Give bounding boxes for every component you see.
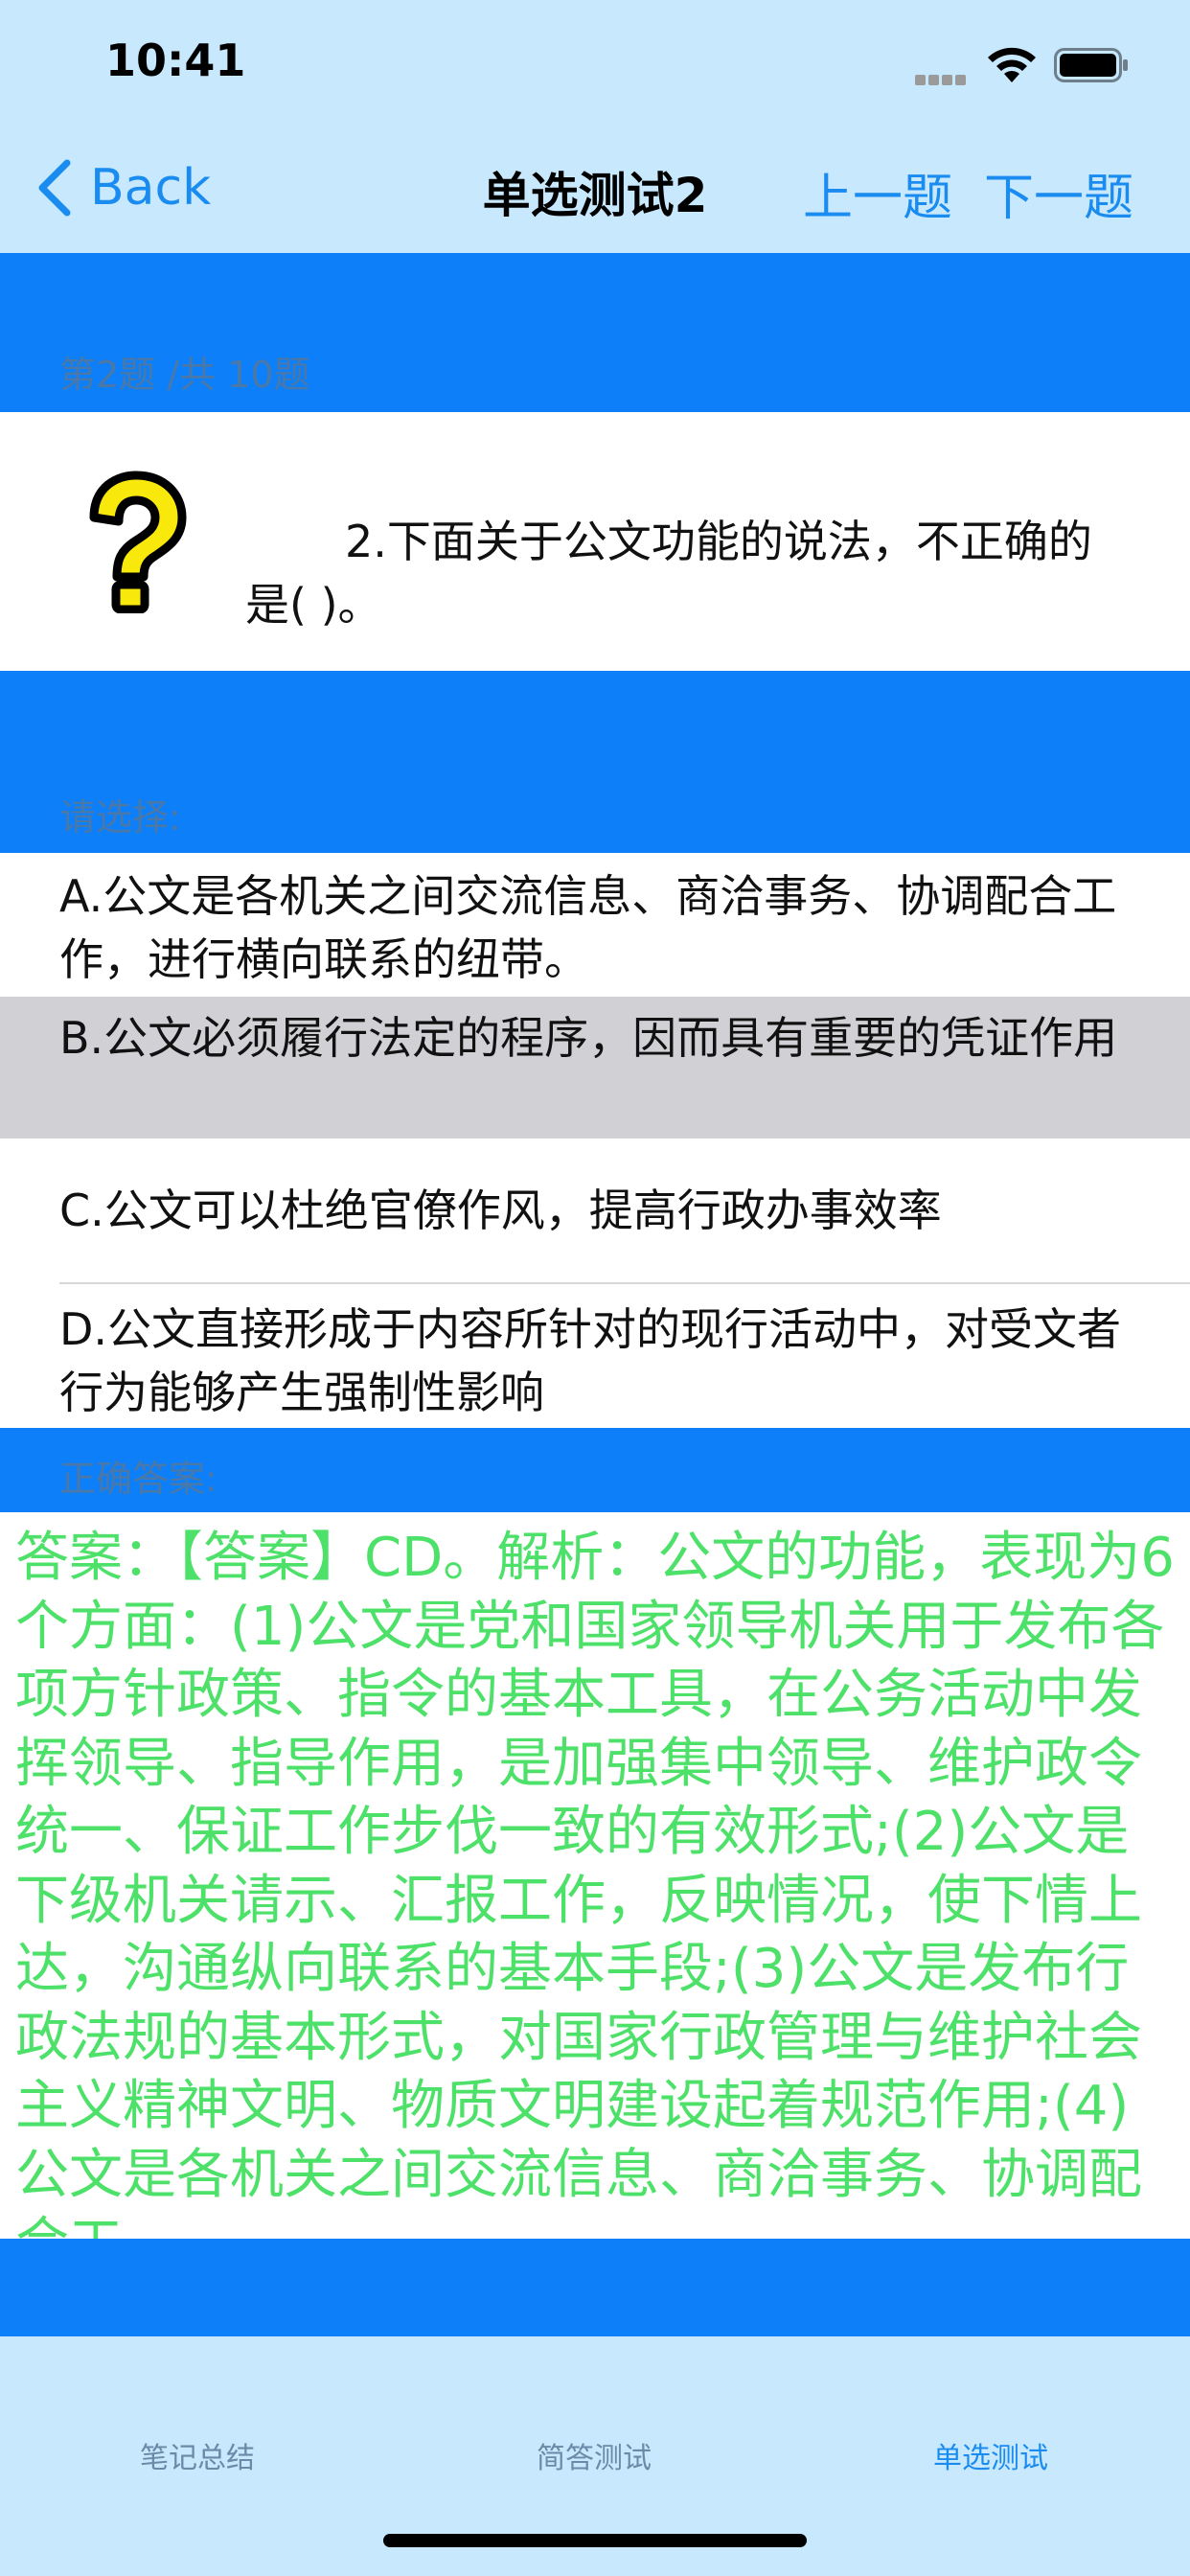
screen: 10:41 Back 单选测试2 上一题 下一题 第2题 /共 10题 2.下面… — [0, 0, 1190, 2576]
cellular-signal-icon — [915, 71, 971, 85]
question-text: 2.下面关于公文功能的说法，不正确的是( )。 — [245, 516, 1092, 631]
answer-text: 答案：【答案】CD。解析：公文的功能，表现为6个方面：(1)公文是党和国家领导机… — [15, 1527, 1175, 2239]
tab-short-answer-test[interactable]: 简答测试 — [450, 2434, 738, 2476]
battery-icon — [1054, 48, 1128, 82]
footer-bar — [0, 2239, 1190, 2336]
question-mark-icon — [89, 471, 187, 613]
choose-header: 请选择: — [0, 671, 1190, 853]
home-indicator[interactable] — [383, 2534, 807, 2547]
wifi-icon — [988, 47, 1036, 82]
option-c[interactable]: C.公文可以杜绝官僚作风，提高行政办事效率 — [0, 1138, 1190, 1282]
status-time: 10:41 — [105, 34, 246, 86]
option-b[interactable]: B.公文必须履行法定的程序，因而具有重要的凭证作用 — [0, 997, 1190, 1138]
answer-label: 正确答案: — [59, 1458, 217, 1500]
progress-header: 第2题 /共 10题 — [0, 253, 1190, 412]
next-question-button[interactable]: 下一题 — [984, 157, 1133, 229]
answer-scroll-area[interactable]: 答案：【答案】CD。解析：公文的功能，表现为6个方面：(1)公文是党和国家领导机… — [0, 1512, 1190, 2239]
answer-header: 正确答案: — [0, 1428, 1190, 1512]
question-progress-label: 第2题 /共 10题 — [59, 354, 310, 396]
option-d[interactable]: D.公文直接形成于内容所针对的现行活动中，对受文者行为能够产生强制性影响 — [0, 1284, 1190, 1428]
navigation-bar: 10:41 Back 单选测试2 上一题 下一题 — [0, 0, 1190, 253]
option-a[interactable]: A.公文是各机关之间交流信息、商洽事务、协调配合工作，进行横向联系的纽带。 — [0, 853, 1190, 997]
option-d-text: D.公文直接形成于内容所针对的现行活动中，对受文者行为能够产生强制性影响 — [59, 1303, 1122, 1418]
tab-notes-summary[interactable]: 笔记总结 — [54, 2434, 341, 2476]
option-b-text: B.公文必须履行法定的程序，因而具有重要的凭证作用 — [59, 1012, 1118, 1064]
tab-single-choice-test[interactable]: 单选测试 — [847, 2434, 1134, 2476]
option-a-text: A.公文是各机关之间交流信息、商洽事务、协调配合工作，进行横向联系的纽带。 — [59, 870, 1117, 985]
choose-label: 请选择: — [59, 796, 181, 839]
previous-question-button[interactable]: 上一题 — [803, 157, 952, 229]
back-label: Back — [90, 159, 212, 217]
back-button[interactable]: Back — [34, 153, 211, 222]
option-c-text: C.公文可以杜绝官僚作风，提高行政办事效率 — [59, 1184, 942, 1236]
chevron-left-icon — [38, 159, 71, 217]
